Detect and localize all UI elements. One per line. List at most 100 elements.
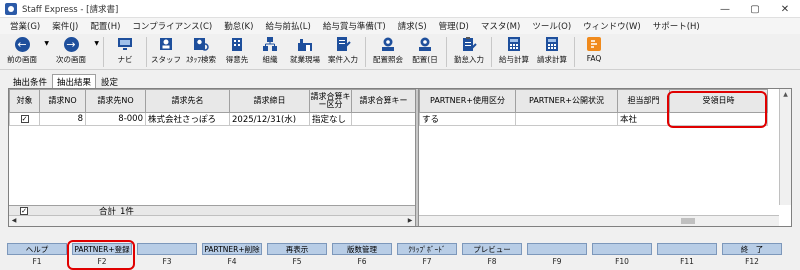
org-button[interactable]: 組織 — [254, 34, 286, 68]
scroll-right-icon[interactable]: ▶ — [405, 216, 415, 226]
f3-button[interactable] — [137, 243, 197, 255]
col-header-target[interactable]: 対象 — [9, 89, 40, 113]
version-manage-button[interactable]: 版数管理 — [332, 243, 392, 255]
cell-dept: 本社 — [617, 112, 670, 126]
col-header-key-type[interactable]: 請求合算キー区分 — [309, 89, 352, 113]
building-icon — [232, 38, 242, 51]
toolbar: ← 前の画面 ▼ → 次の画面 ▼ ナビ スタッフ ｽﾀｯﾌ検索 得意先 組織 … — [0, 34, 800, 70]
window-title: Staff Express - [請求書] — [22, 4, 119, 15]
chevron-down-icon[interactable]: ▼ — [94, 40, 99, 47]
toolbar-separator — [574, 37, 575, 67]
client-button[interactable]: 得意先 — [220, 34, 254, 68]
menu-placement[interactable]: 配置(H) — [84, 20, 126, 32]
toolbar-separator — [446, 37, 447, 67]
menu-admin[interactable]: 管理(D) — [433, 20, 475, 32]
monitor-icon — [118, 38, 132, 50]
cell-key — [351, 112, 416, 126]
scroll-up-icon[interactable]: ▲ — [780, 89, 791, 101]
factory-icon — [298, 39, 312, 51]
left-grid: 対象 請求NO 請求先NO 請求先名 請求締日 請求合算キー区分 請求合算キー … — [9, 89, 416, 126]
refresh-button[interactable]: 再表示 — [267, 243, 327, 255]
forward-button[interactable]: → 次の画面 ▼ — [50, 34, 99, 68]
col-header-client-no[interactable]: 請求先NO — [85, 89, 146, 113]
f9-button[interactable] — [527, 243, 587, 255]
preview-button[interactable]: プレビュー — [462, 243, 522, 255]
cell-client-no: 8-000 — [85, 112, 146, 126]
col-header-bill-no[interactable]: 請求NO — [39, 89, 86, 113]
back-button[interactable]: ← 前の画面 ▼ — [2, 34, 49, 68]
close-button[interactable]: ✕ — [770, 0, 800, 18]
col-header-closing-date[interactable]: 請求締日 — [229, 89, 310, 113]
col-header-dept[interactable]: 担当部門 — [617, 89, 670, 113]
f10-button[interactable] — [592, 243, 652, 255]
menu-case[interactable]: 案件(J) — [46, 20, 84, 32]
staff-button[interactable]: スタッフ — [150, 34, 182, 68]
minimize-button[interactable]: — — [710, 0, 740, 18]
navi-button[interactable]: ナビ — [107, 34, 143, 68]
cell-bill-no: 8 — [39, 112, 86, 126]
menu-tools[interactable]: ツール(O) — [526, 20, 577, 32]
col-header-key[interactable]: 請求合算キー — [351, 89, 416, 113]
menu-window[interactable]: ウィンドウ(W) — [577, 20, 647, 32]
gear-people-icon — [419, 37, 431, 51]
person-search-icon — [194, 38, 209, 51]
faq-button[interactable]: FAQ — [578, 34, 610, 68]
table-row[interactable]: ✓ 8 8-000 株式会社さっぽろ 2025/12/31(水) 指定なし — [9, 112, 416, 126]
menu-billing[interactable]: 請求(S) — [392, 20, 433, 32]
tab-settings[interactable]: 設定 — [96, 74, 123, 88]
site-button[interactable]: 就業現場 — [286, 34, 324, 68]
calculator-icon — [546, 37, 558, 51]
menu-support[interactable]: サポート(H) — [647, 20, 706, 32]
payroll-calc-button[interactable]: 給与計算 — [495, 34, 533, 68]
person-icon — [160, 38, 172, 50]
cell-key-type: 指定なし — [309, 112, 352, 126]
cell-closing-date: 2025/12/31(水) — [229, 112, 310, 126]
faq-icon — [587, 37, 601, 51]
col-header-client-name[interactable]: 請求先名 — [145, 89, 230, 113]
toolbar-separator — [103, 37, 104, 67]
menu-sales[interactable]: 営業(G) — [4, 20, 46, 32]
col-header-partner-use[interactable]: PARTNER+使用区分 — [419, 89, 516, 113]
scroll-left-icon[interactable]: ◀ — [9, 216, 19, 226]
highlight-received-column — [667, 91, 767, 128]
tab-extract-results[interactable]: 抽出結果 — [52, 74, 97, 88]
select-all-checkbox[interactable]: ✓ — [20, 206, 28, 215]
scroll-thumb[interactable] — [681, 218, 695, 224]
vertical-scrollbar[interactable]: ▲ — [779, 89, 791, 205]
menu-compliance[interactable]: コンプライアンス(C) — [126, 20, 218, 32]
menu-master[interactable]: マスタ(M) — [475, 20, 526, 32]
attendance-input-button[interactable]: 勤怠入力 — [450, 34, 488, 68]
menu-advance-pay[interactable]: 給与前払(L) — [259, 20, 316, 32]
toolbar-separator — [146, 37, 147, 67]
org-chart-icon — [263, 37, 277, 51]
horizontal-scrollbar-left[interactable]: ◀ ▶ — [9, 215, 415, 226]
partner-delete-button[interactable]: PARTNER+削除 — [202, 243, 262, 255]
menu-payroll-prep[interactable]: 給与賞与準備(T) — [317, 20, 392, 32]
f11-button[interactable] — [657, 243, 717, 255]
horizontal-scrollbar-right[interactable] — [419, 215, 779, 226]
case-input-button[interactable]: 案件入力 — [324, 34, 362, 68]
row-checkbox[interactable]: ✓ — [20, 115, 29, 123]
tab-strip: 抽出条件 抽出結果 設定 — [8, 74, 123, 88]
arrow-right-icon: → — [63, 36, 79, 52]
clipboard-edit-icon — [463, 37, 477, 51]
highlight-partner-register — [67, 240, 135, 270]
col-header-partner-public[interactable]: PARTNER+公開状況 — [515, 89, 618, 113]
clipboard-button[interactable]: ｸﾘｯﾌﾟﾎﾞｰﾄﾞ — [397, 243, 457, 255]
cell-partner-public — [515, 112, 618, 126]
toolbar-separator — [491, 37, 492, 67]
tab-extract-conditions[interactable]: 抽出条件 — [8, 74, 52, 88]
document-edit-icon — [337, 37, 351, 51]
staff-search-button[interactable]: ｽﾀｯﾌ検索 — [182, 34, 220, 68]
arrow-left-icon: ← — [14, 36, 30, 52]
maximize-button[interactable]: ▢ — [740, 0, 770, 18]
billing-calc-button[interactable]: 請求計算 — [533, 34, 571, 68]
cell-client-name: 株式会社さっぽろ — [145, 112, 230, 126]
exit-button[interactable]: 終 了 — [722, 243, 782, 255]
chevron-down-icon[interactable]: ▼ — [44, 40, 49, 47]
place-day-button[interactable]: 配置(日 — [407, 34, 443, 68]
summary-row: ✓ 合計 1件 — [9, 205, 415, 217]
menu-attendance[interactable]: 勤怠(K) — [218, 20, 259, 32]
place-inquiry-button[interactable]: 配置照会 — [369, 34, 407, 68]
help-button[interactable]: ヘルプ — [7, 243, 67, 255]
